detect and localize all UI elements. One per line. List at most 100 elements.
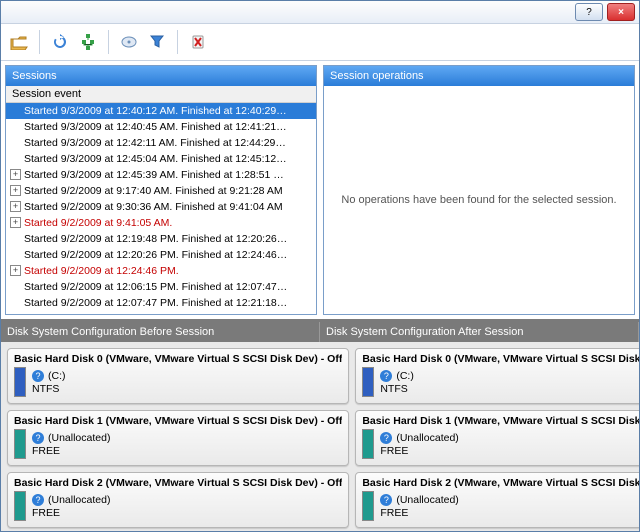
session-row[interactable]: +Started 9/2/2009 at 12:24:46 PM. (6, 263, 316, 279)
body: Sessions Session event Started 9/3/2009 … (1, 61, 639, 531)
partition-fs: FREE (380, 445, 458, 457)
session-row[interactable]: Started 9/3/2009 at 12:42:11 AM. Finishe… (6, 135, 316, 151)
sessions-list[interactable]: Started 9/3/2009 at 12:40:12 AM. Finishe… (6, 103, 316, 314)
help-icon[interactable]: ? (32, 370, 44, 382)
disk-card[interactable]: Basic Hard Disk 2 (VMware, VMware Virtua… (7, 472, 349, 528)
disk-before-title: Disk System Configuration Before Session (1, 322, 320, 342)
delete-icon[interactable] (186, 30, 210, 54)
toolbar (1, 24, 639, 61)
disk-title: Basic Hard Disk 0 (VMware, VMware Virtua… (14, 353, 342, 367)
titlebar: ? × (1, 1, 639, 24)
lower-heads: Disk System Configuration Before Session… (1, 322, 639, 342)
partition: ? (Unallocated)FREE (362, 491, 639, 521)
session-row[interactable]: Started 9/2/2009 at 12:21:18 PM. Finishe… (6, 311, 316, 314)
disk-title: Basic Hard Disk 1 (VMware, VMware Virtua… (14, 415, 342, 429)
sessions-title: Sessions (6, 66, 316, 86)
refresh-icon[interactable] (48, 30, 72, 54)
disk-card[interactable]: Basic Hard Disk 2 (VMware, VMware Virtua… (355, 472, 639, 528)
expand-icon[interactable]: + (10, 185, 21, 196)
lower-panels: Disk System Configuration Before Session… (1, 319, 639, 531)
operations-title: Session operations (324, 66, 634, 86)
partition: ?(Unallocated)FREE (362, 429, 639, 459)
partition: ? (Unallocated)FREE (14, 429, 342, 459)
partition-info: ? (C:)NTFS (32, 370, 66, 395)
session-row-text: Started 9/3/2009 at 12:45:39 AM. Finishe… (24, 169, 284, 181)
session-row[interactable]: Started 9/3/2009 at 12:40:12 AM. Finishe… (6, 103, 316, 119)
disk-title: Basic Hard Disk 0 (VMware, VMware Virtua… (362, 353, 639, 367)
disk-icon[interactable] (117, 30, 141, 54)
operations-empty: No operations have been found for the se… (324, 86, 634, 314)
session-row[interactable]: +Started 9/2/2009 at 9:30:36 AM. Finishe… (6, 199, 316, 215)
help-icon[interactable]: ? (32, 432, 44, 444)
partition-info: ? (Unallocated)FREE (32, 494, 110, 519)
disk-after-column: Basic Hard Disk 0 (VMware, VMware Virtua… (355, 348, 639, 525)
session-row[interactable]: Started 9/3/2009 at 12:45:04 AM. Finishe… (6, 151, 316, 167)
session-row-text: Started 9/2/2009 at 12:24:46 PM. (24, 265, 179, 277)
help-icon[interactable]: ? (380, 432, 392, 444)
expand-icon[interactable]: + (10, 265, 21, 276)
session-row-text: Started 9/2/2009 at 9:41:05 AM. (24, 217, 172, 229)
partition-bar (362, 367, 374, 397)
expand-icon[interactable]: + (10, 217, 21, 228)
session-row-text: Started 9/2/2009 at 12:21:18 PM. Finishe… (24, 313, 287, 314)
partition-label: (Unallocated) (396, 494, 458, 506)
partition-fs: NTFS (380, 383, 414, 395)
filter-tree-icon[interactable] (76, 30, 100, 54)
partition-info: ?(Unallocated)FREE (380, 432, 458, 457)
session-row[interactable]: Started 9/2/2009 at 12:19:48 PM. Finishe… (6, 231, 316, 247)
session-row-text: Started 9/3/2009 at 12:45:04 AM. Finishe… (24, 153, 287, 165)
disk-card[interactable]: Basic Hard Disk 1 (VMware, VMware Virtua… (355, 410, 639, 466)
partition-label: (Unallocated) (48, 494, 110, 506)
toolbar-separator (108, 30, 109, 54)
funnel-icon[interactable] (145, 30, 169, 54)
disk-title: Basic Hard Disk 2 (VMware, VMware Virtua… (14, 477, 342, 491)
expand-icon[interactable]: + (10, 169, 21, 180)
session-row-text: Started 9/2/2009 at 12:20:26 PM. Finishe… (24, 249, 287, 261)
session-row-text: Started 9/2/2009 at 12:06:15 PM. Finishe… (24, 281, 287, 293)
session-row[interactable]: Started 9/2/2009 at 12:07:47 PM. Finishe… (6, 295, 316, 311)
partition: ? (C:)NTFS (362, 367, 639, 397)
help-icon[interactable]: ? (32, 494, 44, 506)
partition-info: ? (C:)NTFS (380, 370, 414, 395)
partition-bar (14, 491, 26, 521)
partition-fs: FREE (32, 445, 110, 457)
partition-fs: FREE (32, 507, 110, 519)
session-row-text: Started 9/3/2009 at 12:40:12 AM. Finishe… (24, 105, 287, 117)
sessions-subhead: Session event (6, 86, 316, 103)
partition-label: (Unallocated) (48, 432, 110, 444)
disk-title: Basic Hard Disk 1 (VMware, VMware Virtua… (362, 415, 639, 429)
partition-bar (14, 429, 26, 459)
partition-label: (C:) (396, 370, 414, 382)
help-button[interactable]: ? (575, 3, 603, 21)
partition-info: ? (Unallocated)FREE (380, 494, 458, 519)
partition-info: ? (Unallocated)FREE (32, 432, 110, 457)
partition: ? (C:)NTFS (14, 367, 342, 397)
expand-icon[interactable]: + (10, 201, 21, 212)
disk-card[interactable]: Basic Hard Disk 0 (VMware, VMware Virtua… (355, 348, 639, 404)
session-row-text: Started 9/2/2009 at 9:17:40 AM. Finished… (24, 185, 283, 197)
partition-bar (362, 491, 374, 521)
help-icon[interactable]: ? (380, 370, 392, 382)
session-row[interactable]: Started 9/2/2009 at 12:06:15 PM. Finishe… (6, 279, 316, 295)
session-row[interactable]: Started 9/2/2009 at 12:20:26 PM. Finishe… (6, 247, 316, 263)
help-icon[interactable]: ? (380, 494, 392, 506)
partition-label: (C:) (48, 370, 66, 382)
partition-bar (362, 429, 374, 459)
disk-card[interactable]: Basic Hard Disk 1 (VMware, VMware Virtua… (7, 410, 349, 466)
disk-card[interactable]: Basic Hard Disk 0 (VMware, VMware Virtua… (7, 348, 349, 404)
partition: ? (Unallocated)FREE (14, 491, 342, 521)
close-button[interactable]: × (607, 3, 635, 21)
partition-fs: NTFS (32, 383, 66, 395)
session-row-text: Started 9/3/2009 at 12:42:11 AM. Finishe… (24, 137, 286, 149)
toolbar-separator (39, 30, 40, 54)
partition-fs: FREE (380, 507, 458, 519)
operations-panel: Session operations No operations have be… (323, 65, 635, 315)
session-row[interactable]: +Started 9/2/2009 at 9:17:40 AM. Finishe… (6, 183, 316, 199)
open-icon[interactable] (7, 30, 31, 54)
session-row[interactable]: +Started 9/2/2009 at 9:41:05 AM. (6, 215, 316, 231)
disk-after-title: Disk System Configuration After Session (320, 322, 639, 342)
disk-title: Basic Hard Disk 2 (VMware, VMware Virtua… (362, 477, 639, 491)
session-row[interactable]: +Started 9/3/2009 at 12:45:39 AM. Finish… (6, 167, 316, 183)
toolbar-separator (177, 30, 178, 54)
session-row[interactable]: Started 9/3/2009 at 12:40:45 AM. Finishe… (6, 119, 316, 135)
